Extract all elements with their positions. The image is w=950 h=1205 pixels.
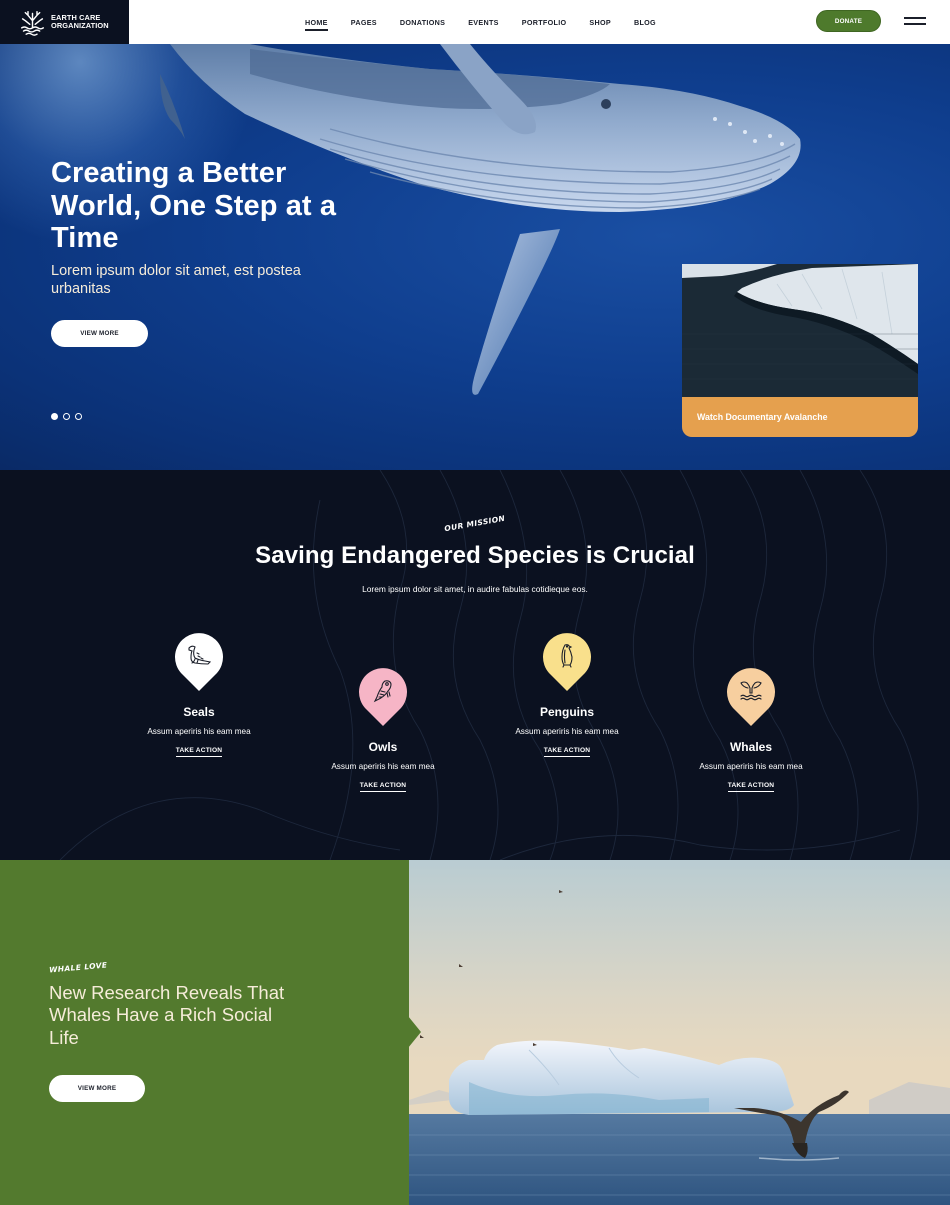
seal-pin — [174, 632, 224, 692]
penguin-pin — [542, 632, 592, 692]
take-action-link[interactable]: Take Action — [175, 747, 223, 757]
slide-dot-3[interactable] — [75, 413, 82, 420]
species-card-seals: Seals Assum aperiris his eam mea Take Ac… — [119, 632, 279, 757]
mission-section: Our Mission Saving Endangered Species is… — [0, 470, 950, 860]
species-card-owls: Owls Assum aperiris his eam mea Take Act… — [303, 667, 463, 792]
species-card-penguins: Penguins Assum aperiris his eam mea Take… — [487, 632, 647, 757]
iceberg-whale-tail-image — [409, 860, 950, 1205]
hero-title: Creating a Better World, One Step at a T… — [51, 157, 337, 254]
hero-slider: Creating a Better World, One Step at a T… — [0, 44, 950, 470]
documentary-label: Watch Documentary Avalanche — [682, 397, 918, 437]
species-desc: Assum aperiris his eam mea — [331, 762, 435, 771]
nav-donations[interactable]: Donations — [400, 18, 445, 27]
documentary-card[interactable]: Watch Documentary Avalanche — [682, 264, 918, 437]
species-name: Owls — [368, 740, 398, 754]
nav-shop[interactable]: Shop — [589, 18, 611, 27]
panel-arrow — [408, 1016, 421, 1048]
species-name: Seals — [183, 705, 215, 719]
slide-dot-2[interactable] — [63, 413, 70, 420]
nav-portfolio[interactable]: Portfolio — [522, 18, 567, 27]
take-action-link[interactable]: Take Action — [359, 782, 407, 792]
tree-wave-logo-icon — [20, 10, 45, 36]
hamburger-menu-icon[interactable] — [904, 17, 926, 26]
hero-view-more-button[interactable]: View More — [51, 320, 148, 347]
nav-events[interactable]: Events — [468, 18, 499, 27]
species-card-whales: Whales Assum aperiris his eam mea Take A… — [671, 667, 831, 792]
nav-home[interactable]: Home — [305, 18, 328, 31]
species-desc: Assum aperiris his eam mea — [699, 762, 803, 771]
mission-subtitle: Lorem ipsum dolor sit amet, in audire fa… — [362, 584, 588, 594]
glacier-thumbnail — [682, 264, 918, 397]
species-name: Whales — [729, 740, 772, 754]
penguin-icon — [561, 644, 573, 668]
feature-title: New Research Reveals That Whales Have a … — [49, 982, 285, 1048]
logo[interactable]: Earth Care Organization — [0, 0, 129, 44]
feature-section: Whale Love New Research Reveals That Wha… — [0, 860, 950, 1205]
species-name: Penguins — [539, 705, 594, 719]
whale-tail-icon — [740, 681, 762, 701]
logo-text: Earth Care Organization — [51, 14, 109, 30]
site-header: Earth Care Organization Home Pages Donat… — [0, 0, 950, 44]
slide-dot-1[interactable] — [51, 413, 58, 420]
seal-icon — [188, 645, 212, 665]
logo-line-2: Organization — [51, 21, 109, 30]
whale-pin — [726, 667, 776, 727]
nav-pages[interactable]: Pages — [351, 18, 377, 27]
main-nav: Home Pages Donations Events Portfolio Sh… — [305, 0, 679, 44]
donate-button[interactable]: Donate — [816, 10, 881, 32]
owl-pin — [358, 667, 408, 727]
species-desc: Assum aperiris his eam mea — [515, 727, 619, 736]
feature-view-more-button[interactable]: View More — [49, 1075, 145, 1102]
mission-title: Saving Endangered Species is Crucial — [255, 542, 695, 569]
take-action-link[interactable]: Take Action — [727, 782, 775, 792]
hero-subtitle: Lorem ipsum dolor sit amet, est postea u… — [51, 263, 301, 297]
slider-dots — [51, 413, 82, 420]
owl-icon — [373, 680, 392, 703]
take-action-link[interactable]: Take Action — [543, 747, 591, 757]
nav-blog[interactable]: Blog — [634, 18, 656, 27]
species-desc: Assum aperiris his eam mea — [147, 727, 251, 736]
